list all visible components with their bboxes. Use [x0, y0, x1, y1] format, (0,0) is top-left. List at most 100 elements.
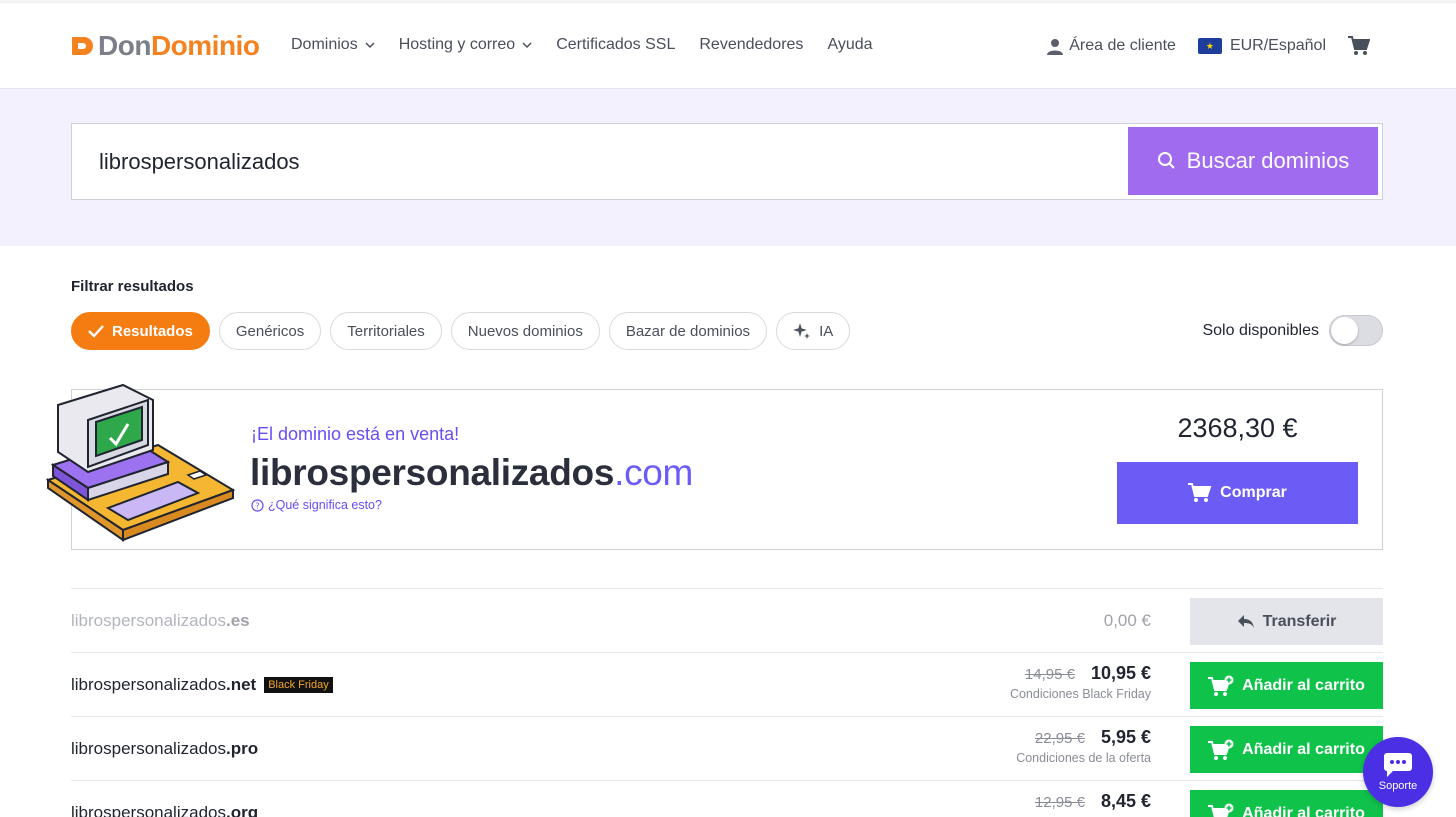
offer-conditions-link[interactable]: Condiciones Black Friday [1010, 687, 1151, 701]
chevron-down-icon [365, 42, 375, 49]
only-available-filter: Solo disponibles [1202, 315, 1383, 346]
what-link-label: ¿Qué significa esto? [268, 498, 382, 512]
support-chat-button[interactable]: Soporte [1363, 737, 1433, 807]
result-sld: librospersonalizados [71, 803, 226, 817]
result-price-block: 14,95 € 10,95 € Condiciones Black Friday [1010, 663, 1151, 701]
currency-language-label: EUR/Español [1229, 37, 1326, 54]
new-price: 8,45 € [1100, 791, 1151, 811]
chip-label: Nuevos dominios [467, 322, 583, 340]
buy-domain-button[interactable]: Comprar [1117, 462, 1358, 524]
logo-text-dominio: Dominio [150, 30, 260, 61]
result-tld: .net [225, 675, 257, 694]
nav-item-revendedores[interactable]: Revendedores [699, 36, 803, 54]
nav-item-label: Revendedores [699, 36, 804, 53]
chip-resultados[interactable]: Resultados [71, 312, 210, 350]
svg-text:?: ? [255, 501, 259, 510]
results-list: librospersonalizados .es 0,00 € Transferi… [71, 588, 1383, 817]
result-tld: .es [225, 611, 250, 630]
nav-item-hosting[interactable]: Hosting y correo [399, 36, 533, 54]
toggle-knob [1331, 317, 1358, 344]
chip-label: Bazar de dominios [625, 322, 751, 340]
featured-price: 2368,30 € [1177, 413, 1298, 443]
what-does-this-mean-link[interactable]: ? ¿Qué significa esto? [251, 498, 382, 512]
search-icon [1157, 152, 1175, 169]
domain-search-input[interactable] [99, 124, 1099, 199]
cart-icon [1188, 483, 1212, 502]
logo[interactable]: DonDominio [70, 30, 260, 62]
featured-domain-name: librospersonalizados.com [250, 452, 693, 494]
nav-item-ssl[interactable]: Certificados SSL [556, 36, 675, 54]
old-price: 12,95 € [1034, 794, 1085, 811]
add-to-cart-button[interactable]: Añadir al carrito [1190, 790, 1383, 817]
chip-ia[interactable]: IA [776, 312, 851, 350]
result-tld: .pro [225, 739, 259, 758]
user-icon [1047, 38, 1064, 55]
cart-plus-icon [1208, 739, 1234, 760]
result-price: 0,00 € [1103, 611, 1151, 630]
chevron-down-icon [522, 42, 532, 49]
chip-label: Territoriales [347, 322, 425, 340]
result-row-org: librospersonalizados .org 12,95 € 8,45 € A… [71, 780, 1383, 817]
result-domain: librospersonalizados .org [71, 781, 258, 817]
result-row-es: librospersonalizados .es 0,00 € Transferi… [71, 588, 1383, 652]
add-to-cart-button[interactable]: Añadir al carrito [1190, 662, 1383, 709]
result-price-block: 22,95 € 5,95 € Condiciones de la oferta [1016, 727, 1151, 765]
chip-bazar-de-dominios[interactable]: Bazar de dominios [608, 312, 768, 350]
check-icon [88, 325, 104, 338]
support-label: Soporte [1378, 780, 1418, 792]
new-price: 5,95 € [1100, 727, 1151, 747]
add-to-cart-label: Añadir al carrito [1242, 740, 1365, 758]
add-to-cart-label: Añadir al carrito [1242, 676, 1365, 694]
search-button-label: Buscar dominios [1186, 148, 1350, 173]
buy-button-label: Comprar [1220, 484, 1287, 501]
eu-flag-icon: ★ [1197, 38, 1222, 54]
only-available-label: Solo disponibles [1202, 321, 1319, 339]
search-domains-button[interactable]: Buscar dominios [1128, 127, 1378, 195]
nav-item-dominios[interactable]: Dominios [291, 36, 375, 54]
new-price: 10,95 € [1090, 663, 1151, 683]
chip-genericos[interactable]: Genéricos [218, 312, 322, 350]
old-price: 14,95 € [1024, 666, 1075, 683]
reply-arrow-icon [1237, 614, 1254, 628]
cart-button[interactable] [1348, 36, 1376, 56]
nav-item-label: Hosting y correo [398, 36, 516, 53]
result-domain: librospersonalizados .pro [71, 717, 258, 781]
site-header: DonDominio Dominios Hosting y correo Cer… [0, 3, 1456, 89]
result-row-net: librospersonalizados .net Black Friday 14,… [71, 652, 1383, 716]
result-row-pro: librospersonalizados .pro 22,95 € 5,95 € C… [71, 716, 1383, 780]
client-area-label: Área de cliente [1069, 37, 1176, 54]
cart-icon [1348, 36, 1370, 55]
featured-domain-tld: .com [614, 452, 694, 493]
transfer-button[interactable]: Transferir [1190, 598, 1383, 645]
nav-item-ayuda[interactable]: Ayuda [827, 36, 872, 54]
search-section: Buscar dominios [0, 89, 1456, 246]
only-available-toggle[interactable] [1329, 315, 1383, 346]
search-box: Buscar dominios [71, 123, 1383, 200]
result-sld: librospersonalizados [71, 611, 226, 630]
result-tld: .org [225, 803, 259, 817]
chip-territoriales[interactable]: Territoriales [330, 312, 442, 350]
chip-nuevos-dominios[interactable]: Nuevos dominios [450, 312, 600, 350]
add-to-cart-label: Añadir al carrito [1242, 804, 1365, 817]
client-area-link[interactable]: Área de cliente [1047, 37, 1176, 55]
filter-chips: Resultados Genéricos Territoriales Nuevo… [71, 312, 859, 350]
filter-title: Filtrar resultados [71, 278, 194, 295]
result-sld: librospersonalizados [71, 739, 226, 758]
chip-label: Genéricos [235, 322, 305, 340]
main-nav: Dominios Hosting y correo Certificados S… [291, 36, 897, 54]
logo-mark-icon [72, 37, 93, 55]
cart-plus-icon [1208, 675, 1234, 696]
black-friday-badge: Black Friday [264, 677, 333, 693]
nav-item-label: Dominios [291, 36, 358, 53]
old-price: 22,95 € [1034, 730, 1085, 747]
featured-domain-sld: librospersonalizados [250, 452, 615, 493]
result-sld: librospersonalizados [71, 675, 226, 694]
offer-conditions-link[interactable]: Condiciones de la oferta [1016, 751, 1151, 765]
transfer-button-label: Transferir [1262, 612, 1337, 630]
chip-label: IA [819, 322, 834, 340]
sparkle-icon [793, 323, 811, 339]
add-to-cart-button[interactable]: Añadir al carrito [1190, 726, 1383, 773]
nav-item-label: Ayuda [827, 36, 873, 53]
logo-text-don: Don [98, 30, 151, 61]
currency-language-selector[interactable]: ★ EUR/Español [1197, 37, 1326, 55]
